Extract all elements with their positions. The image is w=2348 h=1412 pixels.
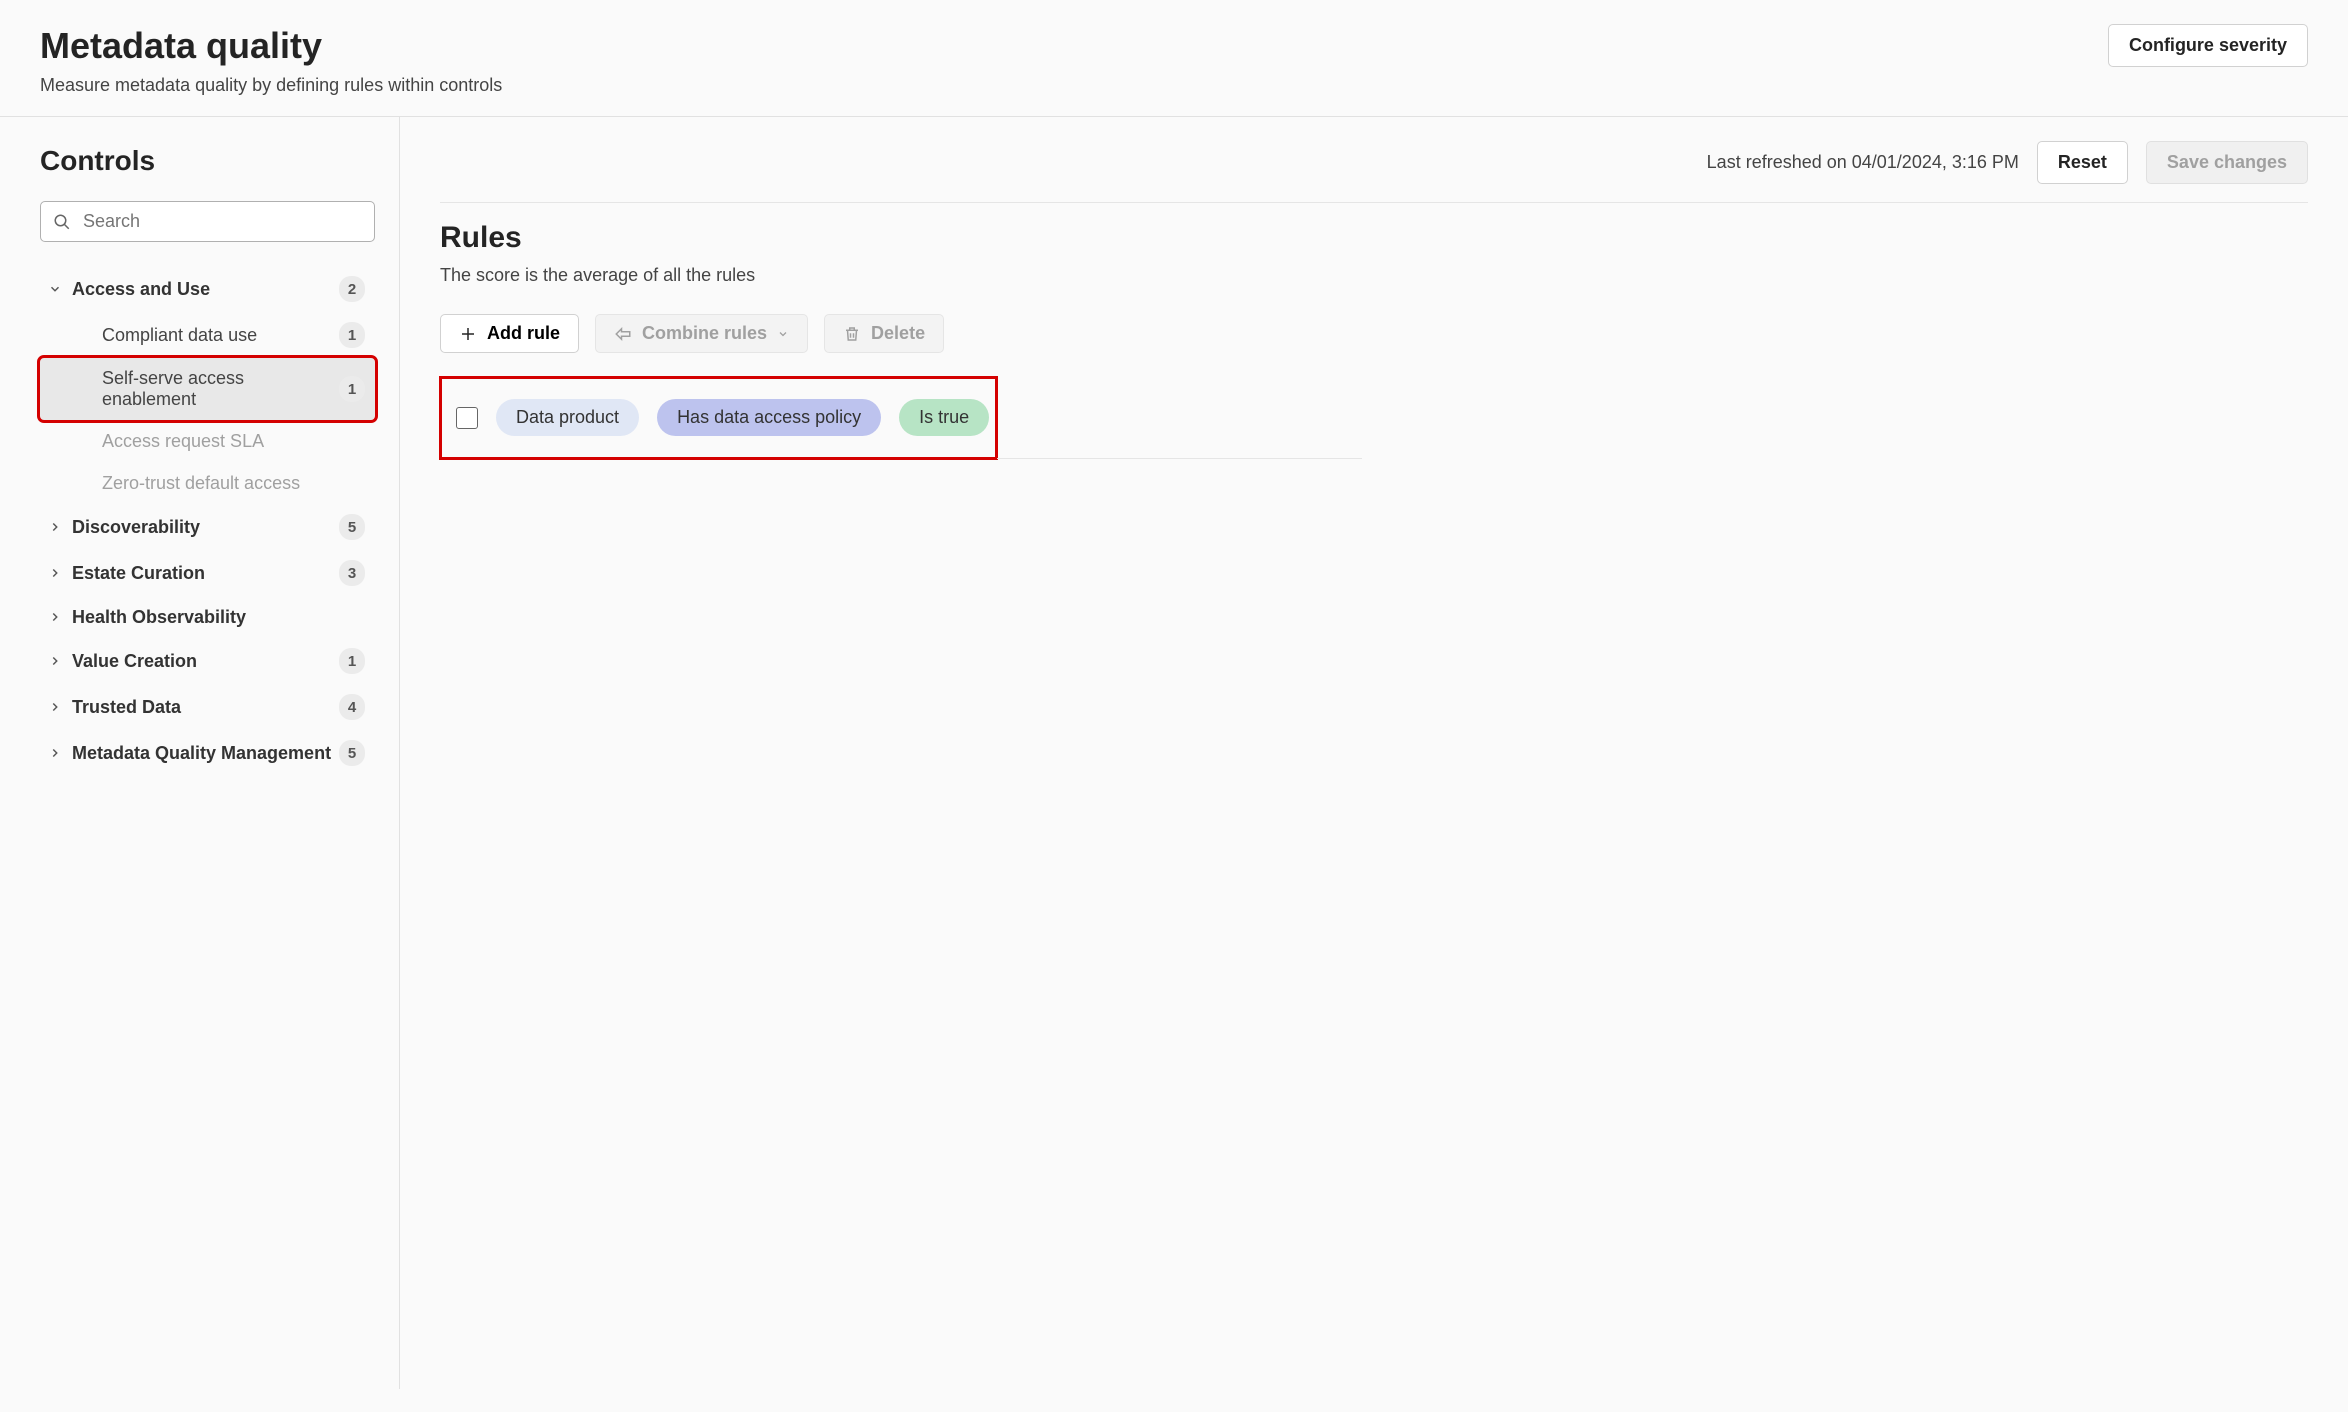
page-title: Metadata quality xyxy=(40,24,2108,67)
content-area: Last refreshed on 04/01/2024, 3:16 PM Re… xyxy=(400,117,2348,1389)
rules-toolbar: Add rule Combine rules Delete xyxy=(440,314,2308,353)
rule-condition-pill[interactable]: Has data access policy xyxy=(657,399,881,436)
plus-icon xyxy=(459,325,477,343)
chevron-down-icon xyxy=(44,282,66,296)
chevron-down-icon xyxy=(777,328,789,340)
count-badge: 1 xyxy=(339,322,365,348)
count-badge: 1 xyxy=(339,648,365,674)
tree-group-value-creation[interactable]: Value Creation 1 xyxy=(40,638,375,684)
count-badge: 5 xyxy=(339,740,365,766)
rule-value-pill[interactable]: Is true xyxy=(899,399,989,436)
delete-label: Delete xyxy=(871,323,925,344)
count-badge: 3 xyxy=(339,560,365,586)
chevron-right-icon xyxy=(44,566,66,580)
search-input[interactable] xyxy=(81,210,362,233)
chevron-right-icon xyxy=(44,654,66,668)
tree-group-label: Health Observability xyxy=(72,607,365,628)
chevron-right-icon xyxy=(44,610,66,624)
configure-severity-button[interactable]: Configure severity xyxy=(2108,24,2308,67)
rule-row[interactable]: Data product Has data access policy Is t… xyxy=(440,377,997,459)
count-badge: 1 xyxy=(339,376,365,402)
rules-title: Rules xyxy=(440,221,2308,255)
page-header: Metadata quality Measure metadata qualit… xyxy=(0,0,2348,117)
rule-subject-pill[interactable]: Data product xyxy=(496,399,639,436)
combine-rules-button: Combine rules xyxy=(595,314,808,353)
page-header-left: Metadata quality Measure metadata qualit… xyxy=(40,24,2108,96)
search-box[interactable] xyxy=(40,201,375,242)
tree-group-discoverability[interactable]: Discoverability 5 xyxy=(40,504,375,550)
tree-group-label: Value Creation xyxy=(72,651,339,672)
tree-group-label: Trusted Data xyxy=(72,697,339,718)
tree-group-label: Estate Curation xyxy=(72,563,339,584)
tree-item-compliant-data-use[interactable]: Compliant data use 1 xyxy=(40,312,375,358)
tree-group-trusted-data[interactable]: Trusted Data 4 xyxy=(40,684,375,730)
tree-group-label: Discoverability xyxy=(72,517,339,538)
delete-button: Delete xyxy=(824,314,944,353)
chevron-right-icon xyxy=(44,700,66,714)
tree-item-label: Compliant data use xyxy=(102,325,339,346)
count-badge: 4 xyxy=(339,694,365,720)
save-changes-button: Save changes xyxy=(2146,141,2308,184)
controls-title: Controls xyxy=(40,145,375,177)
chevron-right-icon xyxy=(44,746,66,760)
search-icon xyxy=(53,213,71,231)
combine-icon xyxy=(614,325,632,343)
tree-item-label: Self-serve access enablement xyxy=(102,368,339,410)
tree-group-metadata-quality-management[interactable]: Metadata Quality Management 5 xyxy=(40,730,375,776)
tree-group-estate-curation[interactable]: Estate Curation 3 xyxy=(40,550,375,596)
tree-group-label: Access and Use xyxy=(72,279,339,300)
count-badge: 2 xyxy=(339,276,365,302)
controls-tree: Access and Use 2 Compliant data use 1 Se… xyxy=(40,266,375,776)
page-subtitle: Measure metadata quality by defining rul… xyxy=(40,75,2108,96)
reset-button[interactable]: Reset xyxy=(2037,141,2128,184)
controls-sidebar: Controls Access and Use 2 Compliant data… xyxy=(0,117,400,1389)
add-rule-label: Add rule xyxy=(487,323,560,344)
trash-icon xyxy=(843,325,861,343)
tree-group-access-and-use[interactable]: Access and Use 2 xyxy=(40,266,375,312)
content-topbar: Last refreshed on 04/01/2024, 3:16 PM Re… xyxy=(440,141,2308,203)
main-layout: Controls Access and Use 2 Compliant data… xyxy=(0,117,2348,1389)
tree-item-label: Zero-trust default access xyxy=(102,473,365,494)
rules-subtitle: The score is the average of all the rule… xyxy=(440,265,2308,286)
add-rule-button[interactable]: Add rule xyxy=(440,314,579,353)
tree-item-self-serve-access[interactable]: Self-serve access enablement 1 xyxy=(40,358,375,420)
divider xyxy=(997,458,1362,459)
combine-rules-label: Combine rules xyxy=(642,323,767,344)
tree-item-zero-trust[interactable]: Zero-trust default access xyxy=(40,462,375,504)
last-refreshed-text: Last refreshed on 04/01/2024, 3:16 PM xyxy=(1707,152,2019,173)
tree-group-health-observability[interactable]: Health Observability xyxy=(40,596,375,638)
count-badge: 5 xyxy=(339,514,365,540)
tree-group-label: Metadata Quality Management xyxy=(72,743,339,764)
tree-item-label: Access request SLA xyxy=(102,431,365,452)
tree-item-access-request-sla[interactable]: Access request SLA xyxy=(40,420,375,462)
rule-checkbox[interactable] xyxy=(456,407,478,429)
chevron-right-icon xyxy=(44,520,66,534)
